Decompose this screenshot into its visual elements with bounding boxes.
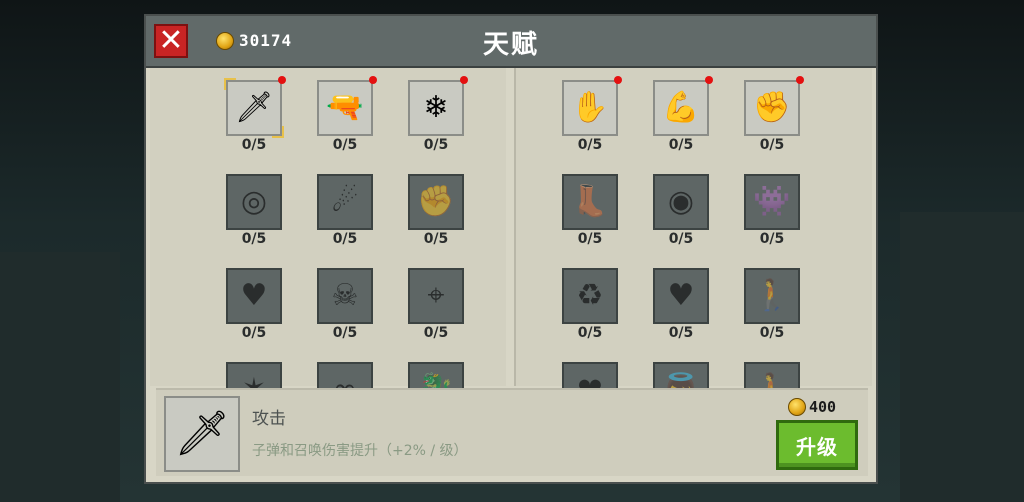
talent-slot[interactable]: ✊ — [408, 174, 464, 230]
talent-description: 子弹和召唤伤害提升（+2% / 级） — [252, 443, 468, 459]
talent-slot[interactable]: ⌖ — [408, 268, 464, 324]
talent-slot[interactable]: 👢 — [562, 174, 618, 230]
talent-cell[interactable]: ◎ 0/5 — [226, 174, 282, 247]
talent-cell[interactable]: ♻ 0/5 — [562, 268, 618, 341]
talent-section-right: ✋0/5💪0/5✊0/5👢0/5◉0/5👾0/5♻0/5♥0/5🚶0/5❤0/5… — [514, 68, 872, 435]
cost-value: 400 — [809, 398, 837, 416]
talent-slot[interactable]: ☄ — [317, 174, 373, 230]
talent-level: 0/5 — [332, 231, 358, 247]
fireballs-icon: ☄ — [331, 184, 359, 219]
sword-icon: 🗡 — [234, 90, 274, 125]
talent-cell[interactable]: 🗡 0/5 — [224, 76, 286, 153]
talent-level: 0/5 — [423, 137, 449, 153]
new-badge-dot — [705, 76, 713, 84]
sword-icon: 🗡 — [174, 408, 230, 459]
new-badge-dot — [796, 76, 804, 84]
upgrade-cost: 400 — [788, 398, 836, 416]
heart-big-icon: ♥ — [667, 278, 695, 313]
building-silhouette — [0, 252, 120, 502]
talent-slot[interactable]: 👾 — [744, 174, 800, 230]
panel-header: ✕ 30174 天赋 — [146, 16, 876, 68]
talent-level: 0/5 — [241, 231, 267, 247]
punch-icon: ✊ — [417, 184, 455, 219]
ghost-icon: 👾 — [753, 184, 791, 219]
talent-slot[interactable]: 🚶 — [744, 268, 800, 324]
talent-cell[interactable]: ☠ 0/5 — [317, 268, 373, 341]
talent-cell[interactable]: 👾 0/5 — [744, 174, 800, 247]
new-badge-dot — [278, 76, 286, 84]
talent-slot[interactable]: ❄ — [408, 76, 468, 136]
fist-up-icon: ✊ — [753, 90, 791, 125]
talent-cell[interactable]: ⌖ 0/5 — [408, 268, 464, 341]
talent-info-bar: 🗡 攻击 子弹和召唤伤害提升（+2% / 级） 400 升级 — [156, 388, 868, 476]
ring-icon: ◎ — [240, 184, 268, 219]
talent-slot[interactable]: ☠ — [317, 268, 373, 324]
coin-icon — [788, 398, 806, 416]
orb-icon: ◉ — [667, 184, 695, 219]
talent-level: 0/5 — [577, 137, 603, 153]
new-badge-dot — [460, 76, 468, 84]
talent-cell[interactable]: ✊ 0/5 — [744, 76, 804, 153]
talent-slot[interactable]: ♻ — [562, 268, 618, 324]
talent-level: 0/5 — [668, 325, 694, 341]
talent-slot[interactable]: ✋ — [562, 76, 622, 136]
talent-slot[interactable]: 🗡 — [224, 76, 286, 138]
talent-cell[interactable]: 🚶 0/5 — [744, 268, 800, 341]
talent-level: 0/5 — [332, 325, 358, 341]
heart-up-icon: ♥ — [240, 278, 268, 313]
talent-name: 攻击 — [252, 409, 286, 429]
page-title: 天赋 — [482, 30, 539, 60]
figure-icon: 🚶 — [753, 278, 791, 313]
talent-cell[interactable]: ♥ 0/5 — [226, 268, 282, 341]
eye-hand-icon: ✋ — [571, 90, 609, 125]
pistol-bullets-icon: 🔫 — [326, 90, 364, 125]
gun-target-icon: ⌖ — [427, 278, 445, 313]
talent-cell[interactable]: ❄ 0/5 — [408, 76, 468, 153]
talent-level: 0/5 — [423, 231, 449, 247]
talent-level: 0/5 — [759, 231, 785, 247]
upgrade-button[interactable]: 升级 — [776, 420, 858, 470]
red-muscle-icon: 💪 — [662, 90, 700, 125]
talent-level: 0/5 — [759, 137, 785, 153]
skull-explosion-icon: ☠ — [331, 278, 359, 313]
talent-level: 0/5 — [668, 137, 694, 153]
talent-section-left: 🗡0/5🔫0/5❄0/5◎0/5☄0/5✊0/5♥0/5☠0/5⌖0/5✶0/5… — [150, 68, 506, 435]
talent-slot[interactable]: 🔫 — [317, 76, 377, 136]
talent-slot[interactable]: ◎ — [226, 174, 282, 230]
talent-level: 0/5 — [577, 325, 603, 341]
talent-cell[interactable]: 🔫 0/5 — [317, 76, 377, 153]
talent-cell[interactable]: ✊ 0/5 — [408, 174, 464, 247]
talent-slot[interactable]: ♥ — [226, 268, 282, 324]
talent-slot[interactable]: ◉ — [653, 174, 709, 230]
talent-cell[interactable]: 💪 0/5 — [653, 76, 713, 153]
selected-talent-icon: 🗡 — [164, 396, 240, 472]
talent-cell[interactable]: 👢 0/5 — [562, 174, 618, 247]
talent-slot[interactable]: 💪 — [653, 76, 713, 136]
talent-slot[interactable]: ♥ — [653, 268, 709, 324]
talent-level: 0/5 — [423, 325, 449, 341]
talent-cell[interactable]: ✋ 0/5 — [562, 76, 622, 153]
talent-level: 0/5 — [241, 325, 267, 341]
talent-level: 0/5 — [241, 137, 267, 153]
talent-level: 0/5 — [577, 231, 603, 247]
talent-slot[interactable]: ✊ — [744, 76, 804, 136]
talent-level: 0/5 — [759, 325, 785, 341]
ice-fire-icon: ❄ — [423, 90, 449, 125]
talent-level: 0/5 — [332, 137, 358, 153]
talent-level: 0/5 — [668, 231, 694, 247]
talent-cell[interactable]: ♥ 0/5 — [653, 268, 709, 341]
talent-cell[interactable]: ☄ 0/5 — [317, 174, 373, 247]
regen-icon: ♻ — [576, 278, 604, 313]
new-badge-dot — [614, 76, 622, 84]
talent-cell[interactable]: ◉ 0/5 — [653, 174, 709, 247]
boot-icon: 👢 — [571, 184, 609, 219]
talent-panel: ✕ 30174 天赋 🗡 0/5 🔫 0/5 ❄ 0/5 ◎ 0/5 ☄ 0/5 ✊ 0/5 ♥ 0/5 ☠… — [144, 14, 878, 484]
new-badge-dot — [369, 76, 377, 84]
building-silhouette — [900, 212, 1024, 502]
